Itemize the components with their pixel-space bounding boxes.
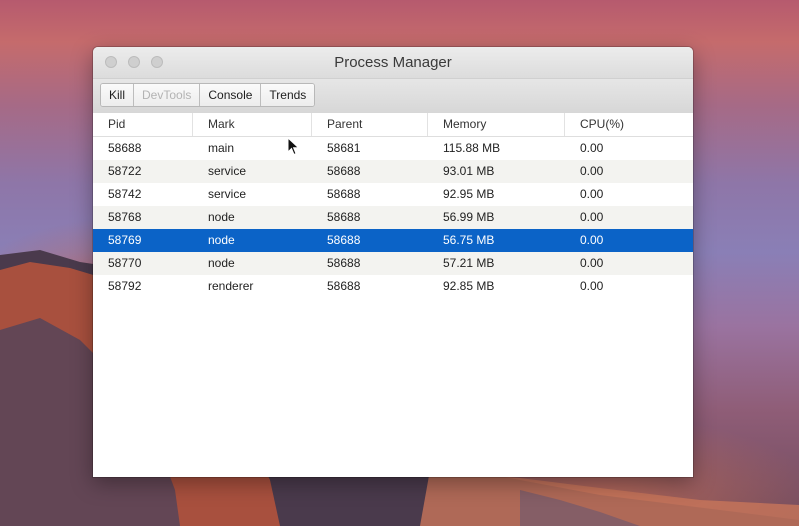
window-title: Process Manager [334,54,452,71]
cell-memory: 56.99 MB [443,210,495,224]
cell-cpu: 0.00 [580,187,604,201]
cell-cpu: 0.00 [580,233,604,247]
table-body: 58688 main 58681 115.88 MB 0.00 58722 se… [93,137,693,298]
cell-cpu: 0.00 [580,210,604,224]
column-header-memory[interactable]: Memory [428,113,565,136]
cell-cpu: 0.00 [580,256,604,270]
cell-cpu: 0.00 [580,141,604,155]
toolbar-button-group: Kill DevTools Console Trends [100,83,316,107]
cell-mark: node [208,210,235,224]
cell-memory: 92.95 MB [443,187,495,201]
cell-mark: renderer [208,279,254,293]
cell-parent: 58688 [327,210,361,224]
cell-parent: 58688 [327,164,361,178]
cell-parent: 58681 [327,141,361,155]
cell-cpu: 0.00 [580,279,604,293]
cell-memory: 57.21 MB [443,256,495,270]
cell-parent: 58688 [327,256,361,270]
trends-button[interactable]: Trends [261,84,315,106]
cell-pid: 58742 [108,187,142,201]
column-header-cpu[interactable]: CPU(%) [565,113,693,136]
cell-mark: node [208,256,235,270]
cell-cpu: 0.00 [580,164,604,178]
table-row[interactable]: 58742 service 58688 92.95 MB 0.00 [93,183,693,206]
cell-memory: 93.01 MB [443,164,495,178]
column-header-mark[interactable]: Mark [193,113,312,136]
cell-memory: 92.85 MB [443,279,495,293]
cell-mark: service [208,164,247,178]
table-row[interactable]: 58722 service 58688 93.01 MB 0.00 [93,160,693,183]
cell-memory: 56.75 MB [443,233,495,247]
column-header-parent[interactable]: Parent [312,113,428,136]
table-row-selected[interactable]: 58769 node 58688 56.75 MB 0.00 [93,229,693,252]
cell-pid: 58688 [108,141,142,155]
toolbar: Kill DevTools Console Trends [93,79,693,114]
mouse-pointer-icon [287,137,300,156]
cell-pid: 58769 [108,233,142,247]
process-manager-window: Process Manager Kill DevTools Console Tr… [93,47,693,477]
kill-button[interactable]: Kill [101,84,135,106]
cell-pid: 58768 [108,210,142,224]
cell-pid: 58722 [108,164,142,178]
table-header: Pid Mark Parent Memory CPU(%) [93,113,693,137]
cell-memory: 115.88 MB [443,141,501,155]
cell-mark: service [208,187,247,201]
process-table: Pid Mark Parent Memory CPU(%) 58688 main… [93,113,693,298]
console-button[interactable]: Console [200,84,262,106]
cell-parent: 58688 [327,279,361,293]
cell-pid: 58792 [108,279,142,293]
table-row[interactable]: 58792 renderer 58688 92.85 MB 0.00 [93,275,693,298]
cell-mark: node [208,233,235,247]
table-row[interactable]: 58768 node 58688 56.99 MB 0.00 [93,206,693,229]
devtools-button[interactable]: DevTools [134,84,201,106]
cell-parent: 58688 [327,187,361,201]
table-row[interactable]: 58770 node 58688 57.21 MB 0.00 [93,252,693,275]
title-bar[interactable]: Process Manager [93,47,693,79]
cell-parent: 58688 [327,233,361,247]
table-row[interactable]: 58688 main 58681 115.88 MB 0.00 [93,137,693,160]
column-header-pid[interactable]: Pid [93,113,193,136]
cell-pid: 58770 [108,256,142,270]
